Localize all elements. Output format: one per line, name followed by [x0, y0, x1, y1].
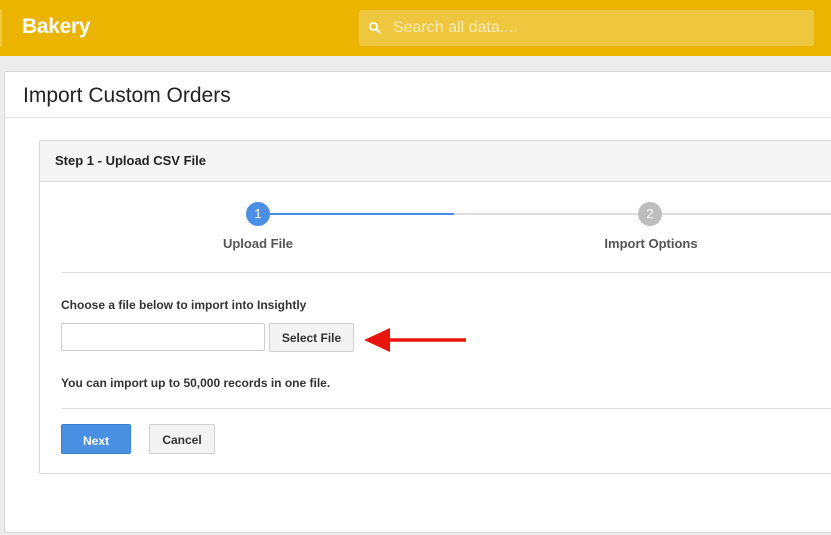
file-path-field[interactable]	[61, 323, 265, 351]
search-box[interactable]	[359, 10, 814, 46]
top-bar-edge	[0, 10, 2, 46]
top-bar: Bakery	[0, 0, 831, 56]
next-button[interactable]: Next	[61, 424, 131, 454]
page-title: Import Custom Orders	[23, 84, 231, 107]
search-input[interactable]	[393, 10, 793, 46]
card-title: Step 1 - Upload CSV File	[55, 153, 206, 168]
file-prompt: Choose a file below to import into Insig…	[61, 298, 307, 312]
app-brand[interactable]: Bakery	[22, 15, 91, 39]
actions-divider	[61, 408, 831, 409]
title-divider	[5, 117, 831, 118]
cancel-button[interactable]: Cancel	[149, 424, 215, 454]
import-limit-note: You can import up to 50,000 records in o…	[61, 376, 331, 390]
import-wizard-card: Step 1 - Upload CSV File 1 Upload File 2…	[39, 140, 831, 474]
step-2-label: Import Options	[604, 236, 698, 251]
step-2-circle: 2	[638, 202, 662, 226]
step-1-circle: 1	[246, 202, 270, 226]
card-header: Step 1 - Upload CSV File	[40, 141, 831, 182]
left-arrow-icon	[364, 328, 466, 352]
select-file-button[interactable]: Select File	[269, 323, 354, 352]
step-progress-line	[270, 213, 454, 215]
steps-divider	[61, 272, 831, 273]
main-panel: Import Custom Orders Step 1 - Upload CSV…	[4, 71, 831, 533]
step-1-label: Upload File	[222, 236, 294, 251]
search-icon	[369, 22, 381, 34]
